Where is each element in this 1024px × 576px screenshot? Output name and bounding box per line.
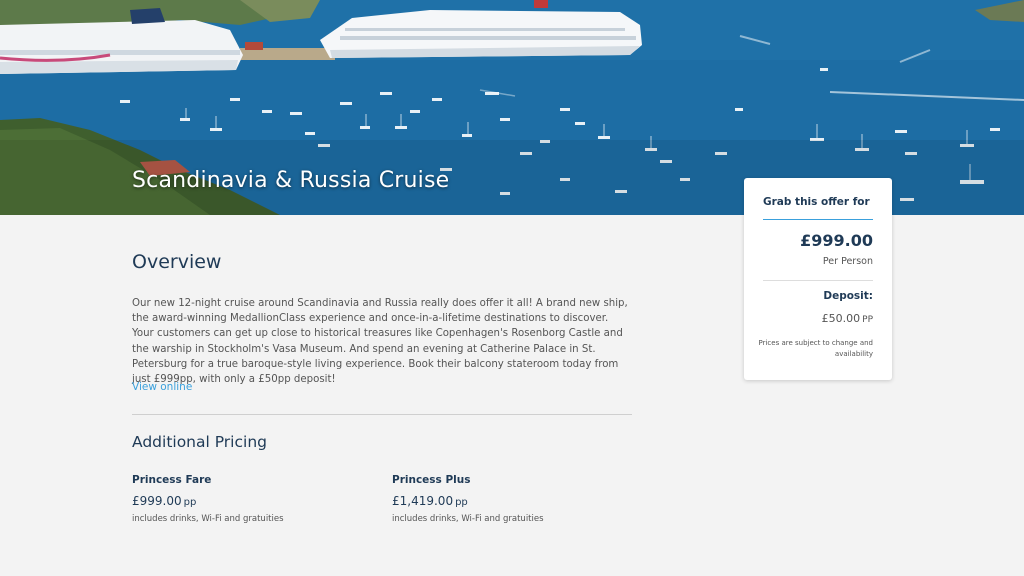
additional-pricing-heading: Additional Pricing [132, 433, 267, 451]
fare-price-amount: £1,419.00 [392, 494, 454, 508]
fare-princess-fare: Princess Fare £999.00 pp includes drinks,… [132, 474, 372, 524]
offer-per-person-label: Per Person [822, 256, 873, 267]
fare-price: £999.00 pp [132, 494, 372, 508]
deposit-label: Deposit: [823, 290, 873, 302]
overview-description: Our new 12-night cruise around Scandinav… [132, 298, 628, 386]
offer-disclaimer: Prices are subject to change and availab… [758, 339, 874, 358]
fare-name: Princess Plus [392, 474, 471, 486]
overview-heading: Overview [132, 251, 222, 273]
fare-name: Princess Fare [132, 474, 212, 486]
fare-note: includes drinks, Wi-Fi and gratuities [132, 514, 284, 524]
section-divider [132, 414, 632, 415]
offer-title: Grab this offer for [763, 196, 870, 208]
offer-title-underline [763, 219, 873, 220]
deposit-amount: £50.00 [821, 312, 861, 325]
view-online-link[interactable]: View online [132, 381, 192, 393]
deposit-unit: PP [862, 315, 873, 325]
offer-price: £999.00 [800, 231, 873, 250]
fare-price-unit: pp [455, 497, 468, 508]
fare-princess-plus: Princess Plus £1,419.00 pp includes drink… [392, 474, 632, 524]
deposit-value: £50.00 PP [822, 312, 873, 325]
fare-price-unit: pp [183, 497, 197, 508]
offer-card: Grab this offer for £999.00 Per Person D… [744, 178, 892, 380]
fare-price: £1,419.00 pp [392, 494, 632, 508]
page-title: Scandinavia & Russia Cruise [132, 168, 450, 193]
fare-note: includes drinks, Wi-Fi and gratuities [392, 514, 544, 524]
offer-divider [763, 280, 873, 281]
fare-price-amount: £999.00 [132, 494, 182, 508]
